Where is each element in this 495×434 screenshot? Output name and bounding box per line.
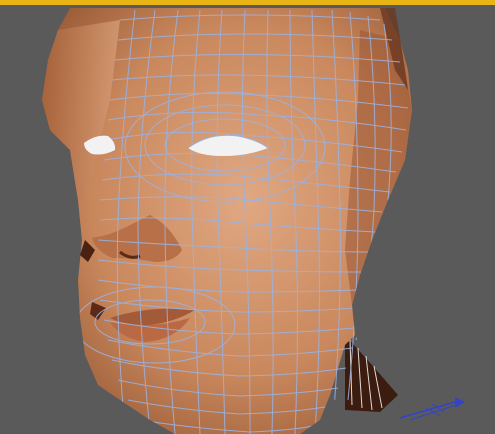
viewport-scene[interactable] [0,0,495,434]
axis-gizmo-icon[interactable] [399,397,465,421]
3d-viewport[interactable] [0,0,495,434]
